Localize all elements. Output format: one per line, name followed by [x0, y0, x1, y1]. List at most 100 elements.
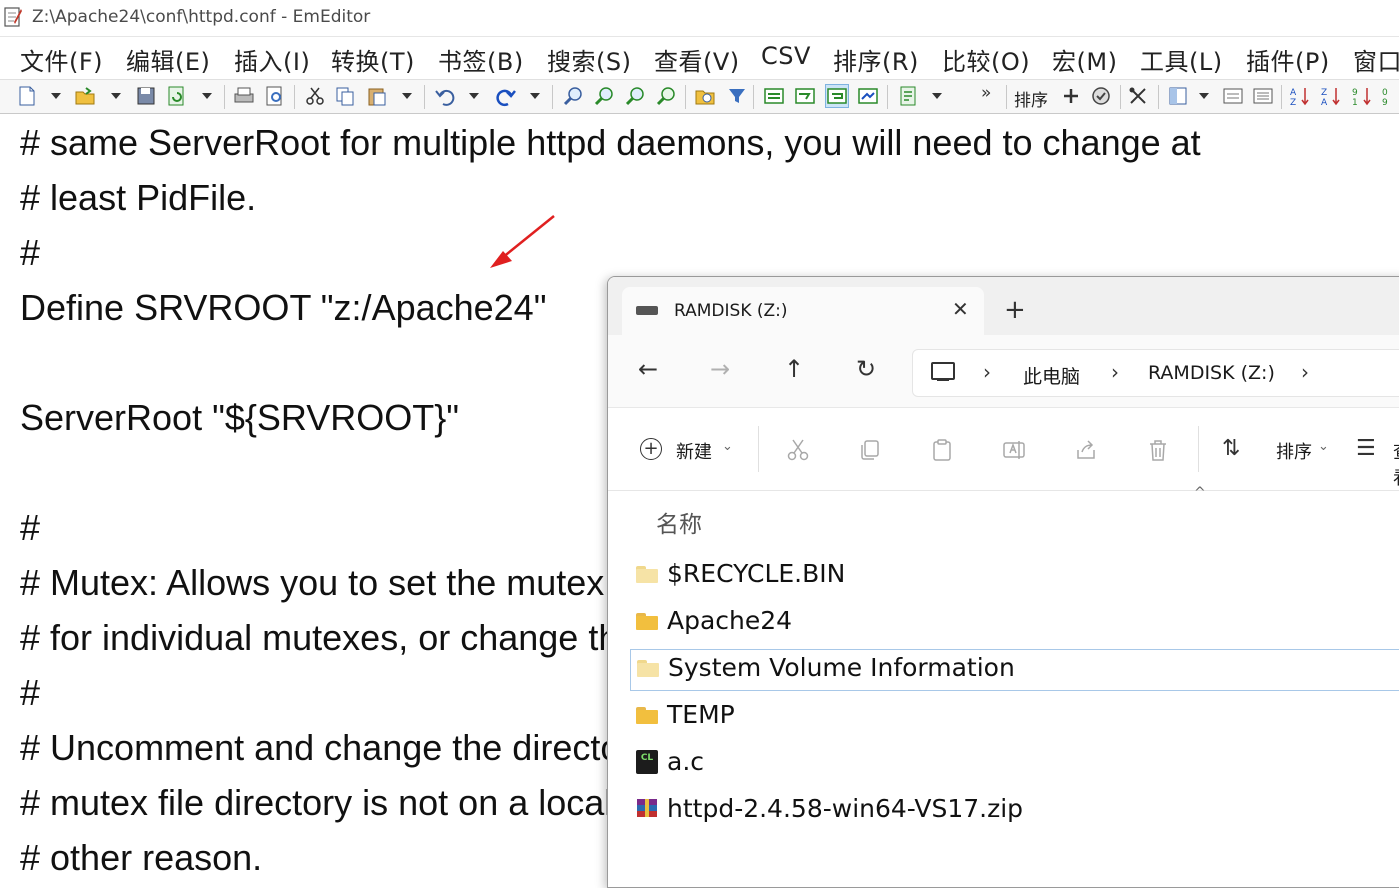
menu-view[interactable]: 查看(V) [654, 42, 740, 77]
menu-sort[interactable]: 排序(R) [833, 42, 919, 77]
file-row[interactable]: TEMP [630, 697, 1399, 737]
replace-icon[interactable] [655, 85, 677, 107]
toolbar-overflow-icon[interactable]: » [981, 83, 991, 103]
plus-icon[interactable] [1060, 85, 1082, 107]
chevron-down-icon[interactable] [202, 93, 212, 99]
sort-numeric-descending-icon[interactable]: 09 [1381, 85, 1399, 107]
paste-icon[interactable] [930, 438, 954, 462]
split-window-icon[interactable] [1167, 85, 1189, 107]
chevron-down-icon[interactable]: ⌄ [1318, 439, 1329, 454]
column-header-name[interactable]: 名称 [656, 505, 702, 539]
menu-compare[interactable]: 比较(O) [942, 42, 1030, 77]
find-in-files-icon[interactable] [694, 85, 716, 107]
view-list-icon[interactable]: ☰ [1356, 436, 1376, 461]
sort-numeric-icon[interactable]: 91 [1351, 85, 1373, 107]
menu-edit[interactable]: 编辑(E) [126, 42, 210, 77]
tools-icon[interactable] [1127, 85, 1149, 107]
delete-icon[interactable] [1146, 438, 1170, 462]
refresh-icon[interactable]: ↻ [856, 357, 876, 381]
menu-plugins[interactable]: 插件(P) [1246, 42, 1330, 77]
print-preview-icon[interactable] [264, 85, 286, 107]
explorer-nav-bar: ← → ↑ ↻ › 此电脑 › RAMDISK (Z:) › [608, 335, 1399, 408]
folder-icon [637, 660, 659, 677]
menu-tools[interactable]: 工具(L) [1140, 42, 1223, 77]
chevron-down-icon[interactable] [932, 93, 942, 99]
chevron-down-icon[interactable] [402, 93, 412, 99]
rename-icon[interactable] [1002, 438, 1026, 462]
wrap-none-icon[interactable] [763, 85, 785, 107]
chevron-down-icon[interactable] [51, 93, 61, 99]
cut-icon[interactable] [304, 85, 326, 107]
drive-icon [636, 306, 658, 315]
forward-arrow-icon[interactable]: → [710, 357, 730, 381]
menu-convert[interactable]: 转换(T) [331, 42, 415, 77]
breadcrumb-separator-icon[interactable]: › [1301, 360, 1309, 384]
sort-button[interactable]: 排序 [1276, 438, 1312, 464]
back-arrow-icon[interactable]: ← [638, 357, 658, 381]
tab-label: RAMDISK (Z:) [674, 301, 788, 321]
code-line: # other reason. [20, 837, 263, 878]
wrap-by-page-icon[interactable] [857, 85, 879, 107]
file-row-selected[interactable]: System Volume Information [630, 649, 1399, 691]
menu-macros[interactable]: 宏(M) [1052, 42, 1117, 77]
menu-csv[interactable]: CSV [761, 42, 811, 70]
code-line: # least PidFile. [20, 177, 257, 218]
undo-icon[interactable] [434, 85, 456, 107]
chevron-down-icon[interactable]: ⌄ [722, 439, 733, 454]
chevron-down-icon[interactable] [1199, 93, 1209, 99]
copy-icon[interactable] [858, 438, 882, 462]
file-row[interactable]: httpd-2.4.58-win64-VS17.zip [630, 791, 1399, 831]
cut-icon[interactable] [786, 438, 810, 462]
filter-icon[interactable] [726, 85, 748, 107]
chevron-down-icon[interactable] [469, 93, 479, 99]
share-icon[interactable] [1074, 438, 1098, 462]
file-row[interactable]: Apache24 [630, 603, 1399, 643]
breadcrumb-ramdisk[interactable]: RAMDISK (Z:) [1148, 362, 1275, 384]
address-bar[interactable]: › 此电脑 › RAMDISK (Z:) › [912, 349, 1399, 397]
breadcrumb-separator-icon[interactable]: › [983, 360, 991, 384]
menu-file[interactable]: 文件(F) [20, 42, 103, 77]
sort-icon[interactable]: ⇅ [1222, 436, 1240, 461]
menu-bookmarks[interactable]: 书签(B) [438, 42, 524, 77]
chevron-down-icon[interactable] [530, 93, 540, 99]
new-button[interactable]: 新建 [676, 438, 712, 464]
breadcrumb-this-pc[interactable]: 此电脑 [1023, 362, 1080, 389]
toolbar: » 排序 AZ ZA 91 09 [0, 80, 1399, 114]
file-row[interactable]: CL a.c [630, 744, 1399, 784]
find-icon[interactable] [562, 85, 584, 107]
new-plus-icon[interactable]: + [640, 438, 662, 460]
copy-icon[interactable] [334, 85, 356, 107]
code-line: # [20, 672, 41, 713]
find-next-icon[interactable] [593, 85, 615, 107]
document-view-icon[interactable] [1222, 85, 1244, 107]
sort-z-a-icon[interactable]: ZA [1320, 85, 1342, 107]
redo-icon[interactable] [495, 85, 517, 107]
document-list-icon[interactable] [1252, 85, 1274, 107]
up-arrow-icon[interactable]: ↑ [784, 357, 804, 381]
wrap-by-window-icon[interactable] [825, 84, 849, 108]
reload-icon[interactable] [166, 85, 188, 107]
save-icon[interactable] [135, 85, 157, 107]
find-previous-icon[interactable] [624, 85, 646, 107]
menu-insert[interactable]: 插入(I) [234, 42, 310, 77]
close-tab-icon[interactable]: ✕ [952, 297, 969, 321]
chevron-down-icon[interactable] [111, 93, 121, 99]
paste-icon[interactable] [366, 85, 388, 107]
view-button[interactable]: 查看 [1393, 438, 1399, 490]
menu-search[interactable]: 搜索(S) [547, 42, 631, 77]
breadcrumb-separator-icon[interactable]: › [1111, 360, 1119, 384]
svg-text:9: 9 [1352, 88, 1358, 98]
new-tab-button[interactable]: + [1004, 297, 1026, 323]
window-title: Z:\Apache24\conf\httpd.conf - EmEditor [32, 7, 371, 27]
file-row[interactable]: $RECYCLE.BIN [630, 556, 1399, 596]
toolbar-sort-label[interactable]: 排序 [1014, 86, 1048, 111]
menu-window[interactable]: 窗口 [1353, 42, 1399, 77]
sort-a-z-icon[interactable]: AZ [1289, 85, 1311, 107]
radio-dial-icon[interactable] [1090, 85, 1112, 107]
open-folder-icon[interactable] [74, 85, 96, 107]
configuration-icon[interactable] [897, 85, 919, 107]
wrap-by-chars-icon[interactable] [794, 85, 816, 107]
new-file-icon[interactable] [16, 85, 38, 107]
print-icon[interactable] [233, 85, 255, 107]
tab-ramdisk[interactable]: RAMDISK (Z:) ✕ [622, 287, 984, 335]
